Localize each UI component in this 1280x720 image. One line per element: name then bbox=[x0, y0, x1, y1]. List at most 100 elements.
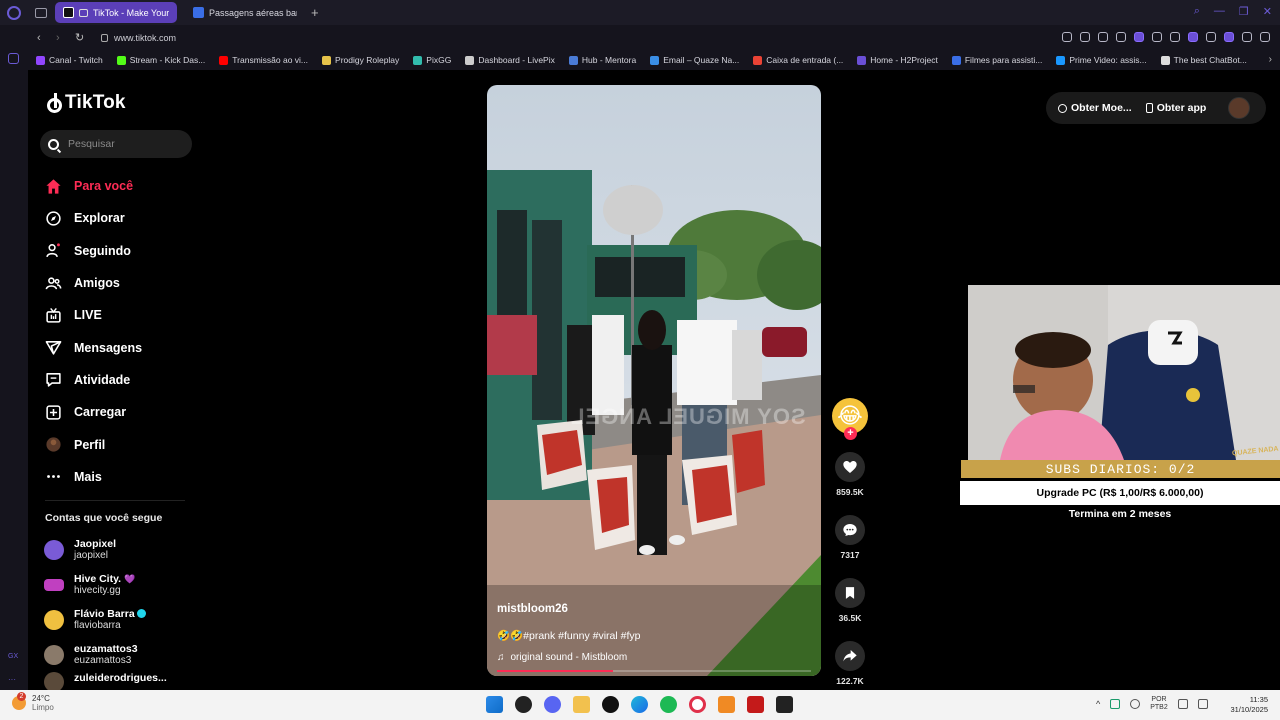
comment-icon[interactable] bbox=[835, 515, 865, 545]
workspaces-icon[interactable] bbox=[35, 7, 47, 18]
sidebar-item-explorar[interactable]: Explorar bbox=[45, 202, 142, 234]
player-icon[interactable] bbox=[1170, 32, 1180, 42]
sidebar-more-icon[interactable]: ··· bbox=[8, 675, 16, 684]
url-text: www.tiktok.com bbox=[114, 32, 177, 43]
pin-icon[interactable] bbox=[1098, 32, 1108, 42]
windows-start-icon[interactable] bbox=[486, 696, 503, 713]
bookmark-item[interactable]: The best ChatBot... bbox=[1160, 55, 1247, 65]
sidebar-item-perfil[interactable]: Perfil bbox=[45, 428, 142, 460]
search-input[interactable] bbox=[68, 138, 178, 150]
sidebar-item-mais[interactable]: Mais bbox=[45, 461, 142, 493]
extensions-icon[interactable] bbox=[1206, 32, 1216, 42]
bookmark-item[interactable]: Home - H2Project bbox=[857, 55, 938, 65]
get-app-button[interactable]: Obter app bbox=[1145, 102, 1206, 114]
emoji-icon[interactable] bbox=[1080, 32, 1090, 42]
new-tab-button[interactable]: + bbox=[311, 5, 319, 20]
language-indicator[interactable]: POR PTB2 bbox=[1150, 696, 1168, 712]
file-explorer-icon[interactable] bbox=[573, 696, 590, 713]
wifi-icon[interactable] bbox=[1177, 699, 1188, 709]
profile-icon[interactable] bbox=[1224, 32, 1234, 42]
like-action[interactable]: 859.5K bbox=[835, 452, 865, 497]
user-avatar[interactable] bbox=[1228, 97, 1251, 119]
bookmarks-more-icon[interactable]: › bbox=[1269, 54, 1272, 65]
app-dark-icon[interactable] bbox=[776, 696, 793, 713]
reload-icon[interactable]: ↻ bbox=[75, 31, 85, 44]
bookmark-item[interactable]: Prodigy Roleplay bbox=[322, 55, 399, 65]
app-triangle-icon[interactable] bbox=[718, 696, 735, 713]
url-field[interactable]: www.tiktok.com bbox=[101, 33, 176, 43]
opera-icon[interactable] bbox=[689, 696, 706, 713]
gx-icon[interactable]: GX bbox=[8, 653, 18, 660]
opera-logo-icon[interactable] bbox=[7, 5, 21, 20]
back-icon[interactable]: ‹ bbox=[37, 32, 47, 44]
bookmark-icon[interactable] bbox=[835, 578, 865, 608]
sidebar-item-atividade[interactable]: Atividade bbox=[45, 364, 142, 396]
snapshot-icon[interactable] bbox=[1116, 32, 1126, 42]
zoom-icon[interactable] bbox=[1062, 32, 1072, 42]
video-player[interactable] bbox=[487, 85, 821, 676]
following-item[interactable]: Hive City. 💜 hivecity.gg bbox=[44, 567, 167, 602]
sidebar-item-amigos[interactable]: Amigos bbox=[45, 267, 142, 299]
discord-icon[interactable] bbox=[544, 696, 561, 713]
account-name: Flávio Barra bbox=[74, 607, 135, 620]
save-action[interactable]: 36.5K bbox=[835, 578, 865, 623]
creator-avatar[interactable]: 😂 + bbox=[832, 398, 868, 440]
sidebar-item-seguindo[interactable]: Seguindo bbox=[45, 235, 142, 267]
vpn-icon[interactable] bbox=[1134, 32, 1144, 42]
audio-playing-icon[interactable] bbox=[79, 8, 88, 17]
menu-icon[interactable] bbox=[1260, 32, 1270, 42]
bookmark-item[interactable]: Prime Video: assis... bbox=[1056, 55, 1147, 65]
search-tabs-icon[interactable]: ⌕ bbox=[1194, 5, 1200, 18]
following-item[interactable]: Flávio Barra flaviobarra bbox=[44, 602, 167, 637]
app-red-icon[interactable] bbox=[747, 696, 764, 713]
comment-action[interactable]: 7317 bbox=[835, 515, 865, 560]
heart-icon[interactable] bbox=[1188, 32, 1198, 42]
microphone-icon[interactable] bbox=[1130, 699, 1141, 709]
follow-plus-icon[interactable]: + bbox=[844, 427, 857, 440]
video-progress[interactable] bbox=[497, 670, 811, 672]
edge-icon[interactable] bbox=[631, 696, 648, 713]
following-item[interactable]: Jaopixel jaopixel bbox=[44, 532, 167, 567]
bookmark-label: Stream - Kick Das... bbox=[129, 55, 206, 65]
obs-icon[interactable] bbox=[515, 696, 532, 713]
weather-widget[interactable]: 2 24°C Limpo bbox=[12, 692, 54, 712]
sidebar-item-live[interactable]: LIVE bbox=[45, 299, 142, 331]
video-sound[interactable]: ♫ original sound - Mistbloom bbox=[497, 652, 627, 663]
forward-icon[interactable]: › bbox=[56, 32, 66, 44]
sidebar-item-mensagens[interactable]: Mensagens bbox=[45, 331, 142, 363]
tab-passagens[interactable]: Passagens aéreas barata bbox=[185, 2, 305, 23]
search-box[interactable] bbox=[40, 130, 192, 158]
sidebar-app-icon[interactable] bbox=[8, 53, 19, 64]
network-app-icon[interactable] bbox=[1110, 699, 1121, 709]
video-author[interactable]: mistbloom26 bbox=[497, 603, 568, 615]
bookmark-item[interactable]: PixGG bbox=[413, 55, 451, 65]
bookmark-item[interactable]: Caixa de entrada (... bbox=[753, 55, 843, 65]
volume-icon[interactable] bbox=[1197, 699, 1208, 709]
bookmark-item[interactable]: Dashboard - LivePix bbox=[465, 55, 555, 65]
bookmark-item[interactable]: Filmes para assisti... bbox=[951, 55, 1042, 65]
maximize-icon[interactable]: ❐ bbox=[1239, 5, 1249, 18]
share-action[interactable]: 122.7K bbox=[835, 641, 865, 686]
minimize-icon[interactable]: — bbox=[1214, 5, 1225, 18]
sidebar-item-para-voce[interactable]: Para você bbox=[45, 170, 142, 202]
download-icon[interactable] bbox=[1242, 32, 1252, 42]
tab-tiktok[interactable]: TikTok - Make Your D bbox=[55, 2, 177, 23]
bookmark-item[interactable]: Canal - Twitch bbox=[36, 55, 103, 65]
heart-icon[interactable] bbox=[835, 452, 865, 482]
following-item[interactable]: euzamattos3 euzamattos3 bbox=[44, 637, 167, 672]
tiktok-logo[interactable]: TikTok bbox=[45, 92, 126, 114]
bookmark-star-icon[interactable] bbox=[1152, 32, 1162, 42]
sidebar-item-carregar[interactable]: Carregar bbox=[45, 396, 142, 428]
tray-arrow-icon[interactable]: ^ bbox=[1096, 699, 1100, 709]
close-icon[interactable]: ✕ bbox=[1263, 5, 1272, 18]
get-coins-button[interactable]: Obter Moe... bbox=[1058, 102, 1132, 114]
share-icon[interactable] bbox=[835, 641, 865, 671]
app-g-icon[interactable] bbox=[602, 696, 619, 713]
lock-icon[interactable] bbox=[101, 33, 108, 42]
bookmark-item[interactable]: Hub - Mentora bbox=[568, 55, 636, 65]
spotify-icon[interactable] bbox=[660, 696, 677, 713]
bookmark-item[interactable]: Stream - Kick Das... bbox=[116, 55, 206, 65]
clock[interactable]: 11:35 31/10/2025 bbox=[1230, 695, 1268, 715]
bookmark-item[interactable]: Email – Quaze Na... bbox=[650, 55, 739, 65]
bookmark-item[interactable]: Transmissão ao vi... bbox=[219, 55, 308, 65]
